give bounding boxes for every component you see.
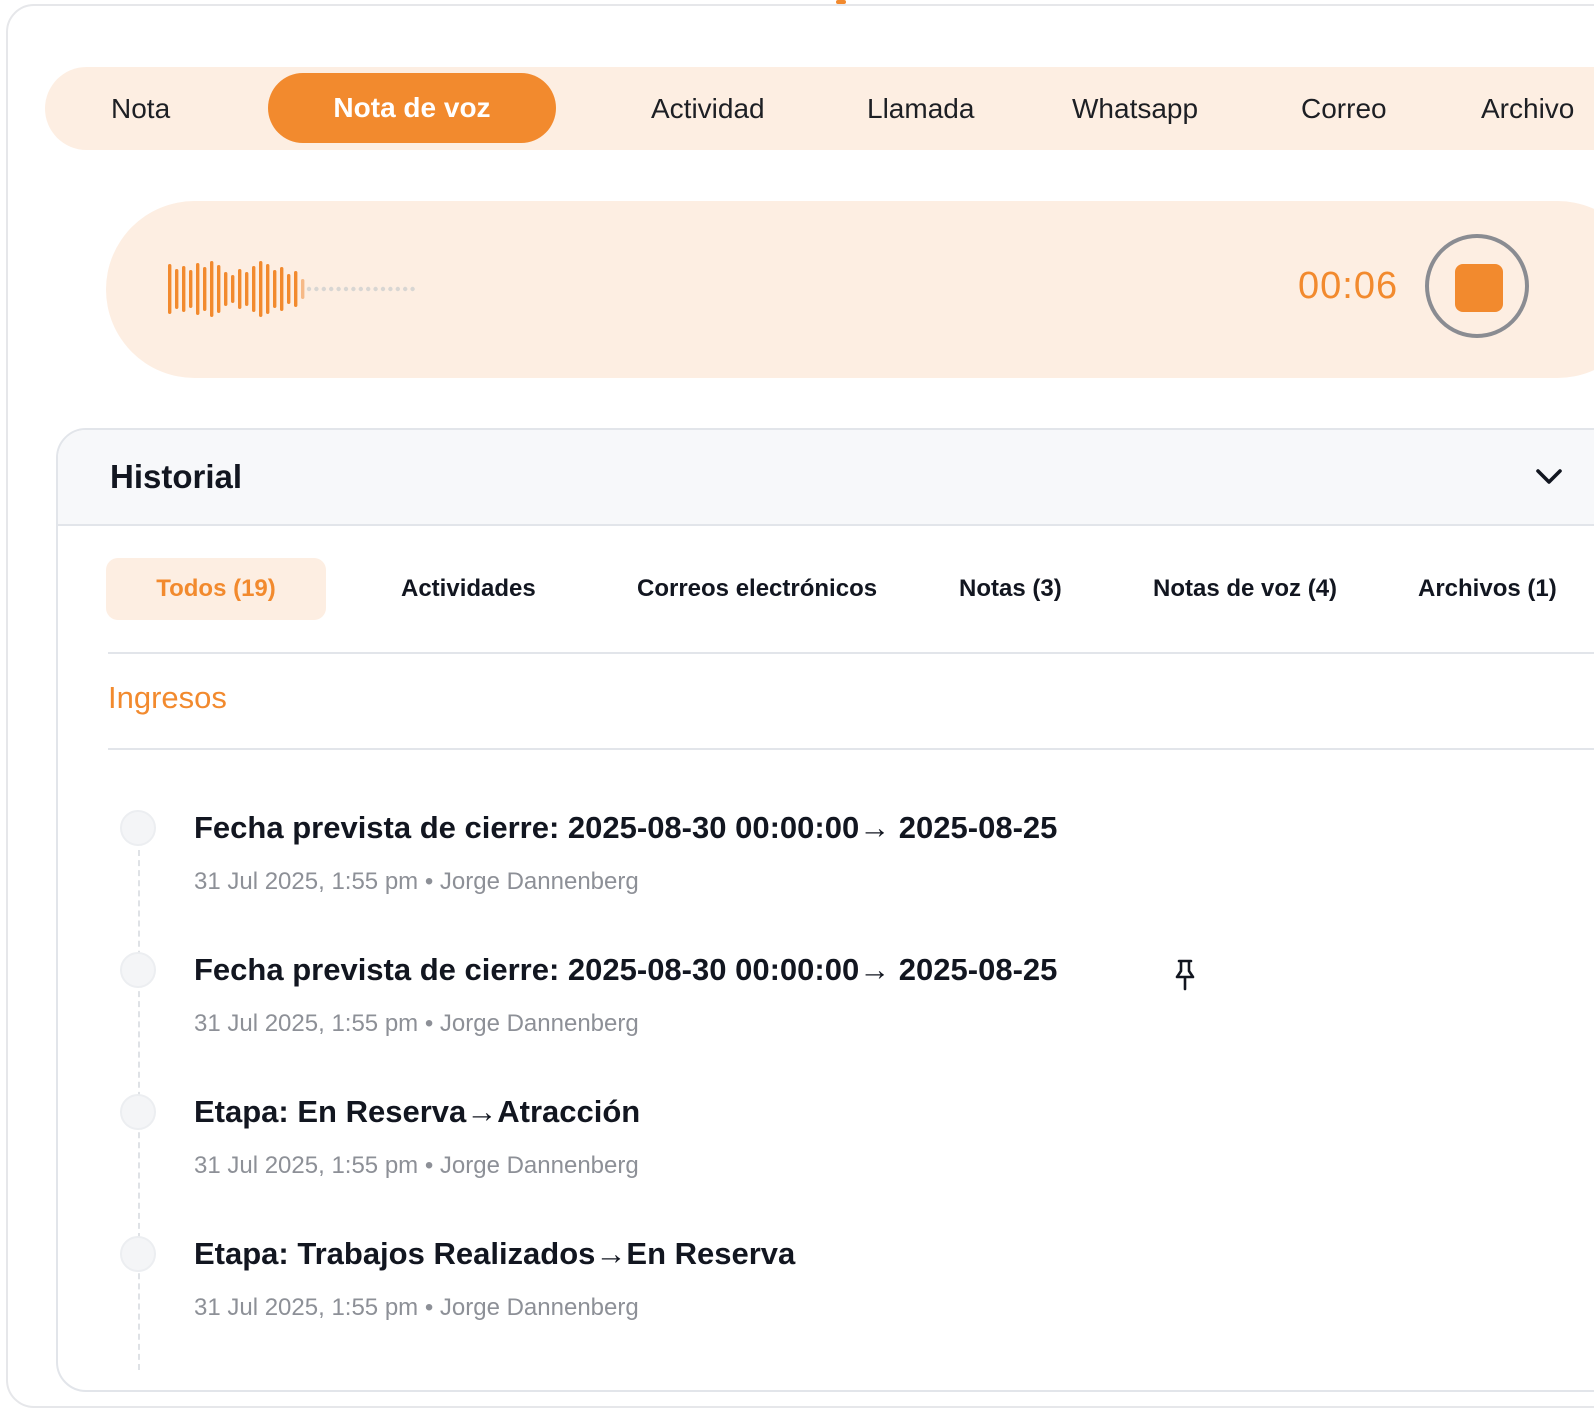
- timeline-dot: [120, 1236, 156, 1272]
- timeline-dot: [120, 810, 156, 846]
- entry-meta: 31 Jul 2025, 1:55 pm • Jorge Dannenberg: [194, 868, 639, 895]
- tab-nota[interactable]: Nota: [111, 67, 170, 150]
- waveform-pending-dot: [388, 286, 393, 292]
- waveform-pending-dot: [380, 286, 386, 292]
- waveform-pending-dot: [336, 286, 341, 292]
- waveform-bar: [294, 271, 298, 307]
- waveform-pending-dot: [395, 286, 400, 292]
- entry-title: Etapa: Trabajos Realizados→En Reserva: [194, 1236, 796, 1271]
- tab-nota-de-voz[interactable]: Nota de voz: [268, 73, 556, 143]
- tab-correo[interactable]: Correo: [1301, 67, 1387, 150]
- waveform-pending-dot: [403, 286, 408, 292]
- timeline-dot: [120, 1094, 156, 1130]
- filter-correos[interactable]: Correos electrónicos: [637, 558, 877, 620]
- waveform-bar: [168, 264, 172, 314]
- tab-archivo[interactable]: Archivo: [1481, 67, 1574, 150]
- waveform-bar: [203, 267, 207, 311]
- waveform-bar: [182, 266, 186, 312]
- section-divider: [108, 748, 1594, 750]
- filter-todos[interactable]: Todos (19): [106, 558, 326, 620]
- filters-divider: [108, 652, 1594, 654]
- tab-llamada[interactable]: Llamada: [867, 67, 974, 150]
- waveform-bar: [245, 272, 249, 306]
- tab-actividad[interactable]: Actividad: [651, 67, 765, 150]
- waveform-bar: [196, 263, 200, 315]
- historial-header[interactable]: Historial: [58, 430, 1594, 526]
- waveform-pending-dot: [366, 286, 371, 292]
- filter-notas[interactable]: Notas (3): [959, 558, 1062, 620]
- recording-timer: 00:06: [1298, 265, 1399, 307]
- waveform-bar: [259, 261, 263, 317]
- waveform-bar: [224, 272, 228, 306]
- entry-title: Etapa: En Reserva→Atracción: [194, 1094, 641, 1129]
- section-title: Ingresos: [108, 680, 227, 715]
- waveform-bar: [287, 274, 291, 304]
- waveform-pending-dot: [373, 286, 378, 292]
- tab-whatsapp[interactable]: Whatsapp: [1072, 67, 1198, 150]
- pin-icon[interactable]: [1172, 958, 1198, 992]
- waveform-pending-dot: [358, 286, 363, 292]
- waveform-bar: [280, 267, 284, 311]
- waveform-pending-dot: [351, 286, 356, 292]
- waveform-bar: [217, 265, 221, 313]
- entry-meta: 31 Jul 2025, 1:55 pm • Jorge Dannenberg: [194, 1294, 639, 1321]
- waveform-bar: [175, 269, 179, 309]
- timeline-dot: [120, 952, 156, 988]
- waveform-icon: [168, 261, 415, 317]
- waveform-pending-dot: [343, 286, 349, 292]
- composer-tabs: Nota Nota de voz Actividad Llamada Whats…: [45, 67, 1594, 150]
- waveform-bar: [189, 270, 193, 308]
- chevron-down-icon[interactable]: [1534, 462, 1564, 492]
- waveform-pending-dot: [321, 286, 326, 292]
- filter-notas-de-voz[interactable]: Notas de voz (4): [1153, 558, 1337, 620]
- stop-recording-button[interactable]: [1425, 234, 1529, 338]
- top-accent-mark: [836, 0, 846, 4]
- historial-title: Historial: [110, 458, 243, 495]
- waveform-bar: [210, 261, 214, 317]
- waveform-bar: [301, 279, 305, 299]
- stop-icon: [1455, 264, 1503, 312]
- waveform-pending-dot: [306, 286, 312, 292]
- waveform-bar: [231, 275, 235, 303]
- entry-title: Fecha prevista de cierre: 2025-08-30 00:…: [194, 952, 1058, 987]
- waveform-bar: [252, 266, 256, 312]
- voice-recorder: 00:06: [106, 201, 1594, 378]
- filter-actividades[interactable]: Actividades: [401, 558, 536, 620]
- waveform-bar: [273, 270, 277, 308]
- entry-title: Fecha prevista de cierre: 2025-08-30 00:…: [194, 810, 1058, 845]
- entry-meta: 31 Jul 2025, 1:55 pm • Jorge Dannenberg: [194, 1010, 639, 1037]
- entry-meta: 31 Jul 2025, 1:55 pm • Jorge Dannenberg: [194, 1152, 639, 1179]
- waveform-bar: [266, 264, 270, 314]
- waveform-pending-dot: [329, 286, 334, 292]
- waveform-bar: [238, 269, 242, 309]
- waveform-pending-dot: [314, 286, 319, 292]
- filter-archivos[interactable]: Archivos (1): [1418, 558, 1557, 620]
- historial-panel: Historial Todos (19) Actividades Correos…: [56, 428, 1594, 1392]
- waveform-pending-dot: [410, 286, 415, 292]
